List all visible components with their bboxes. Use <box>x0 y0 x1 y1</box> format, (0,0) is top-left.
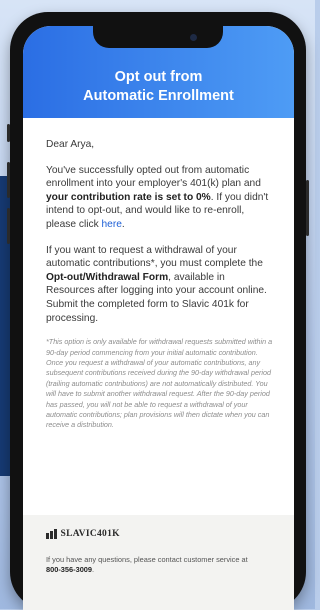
contribution-rate-text: your contribution rate is set to 0% <box>46 191 211 203</box>
volume-up-button <box>7 162 10 198</box>
paragraph-withdrawal: If you want to request a withdrawal of y… <box>46 244 276 326</box>
para1-end: . <box>121 218 125 230</box>
slavic401k-logo: SLAVIC401K <box>46 529 276 539</box>
contact-text: If you have any questions, please contac… <box>46 555 248 564</box>
disclaimer: *This option is only available for withd… <box>46 337 273 430</box>
mute-switch <box>7 124 10 142</box>
greeting: Dear Arya, <box>46 139 95 150</box>
re-enroll-link[interactable]: here <box>102 219 122 230</box>
phone-screen: Opt out from Automatic Enrollment Dear A… <box>23 26 294 610</box>
para1-text: You've successfully opted out from autom… <box>46 164 261 190</box>
contact-phone[interactable]: 800-356-3009 <box>46 565 92 574</box>
phone-frame: Opt out from Automatic Enrollment Dear A… <box>7 12 309 610</box>
logo-bars-icon <box>46 529 57 539</box>
email-footer: SLAVIC401K If you have any questions, pl… <box>23 515 294 610</box>
email-body: Dear Arya, You've successfully opted out… <box>23 118 294 431</box>
logo-text: SLAVIC401K <box>60 529 120 539</box>
volume-down-button <box>7 208 10 244</box>
camera-icon <box>190 34 197 41</box>
notch <box>93 26 223 48</box>
paragraph-opt-out: You've successfully opted out from autom… <box>46 164 276 232</box>
header-title-line2: Automatic Enrollment <box>83 88 234 104</box>
para2-text: If you want to request a withdrawal of y… <box>46 244 263 270</box>
contact-end: . <box>92 564 95 574</box>
power-button <box>306 180 309 236</box>
header-title-line1: Opt out from <box>114 69 203 85</box>
withdrawal-form-name: Opt-out/Withdrawal Form <box>46 271 169 283</box>
contact-info: If you have any questions, please contac… <box>46 555 276 574</box>
